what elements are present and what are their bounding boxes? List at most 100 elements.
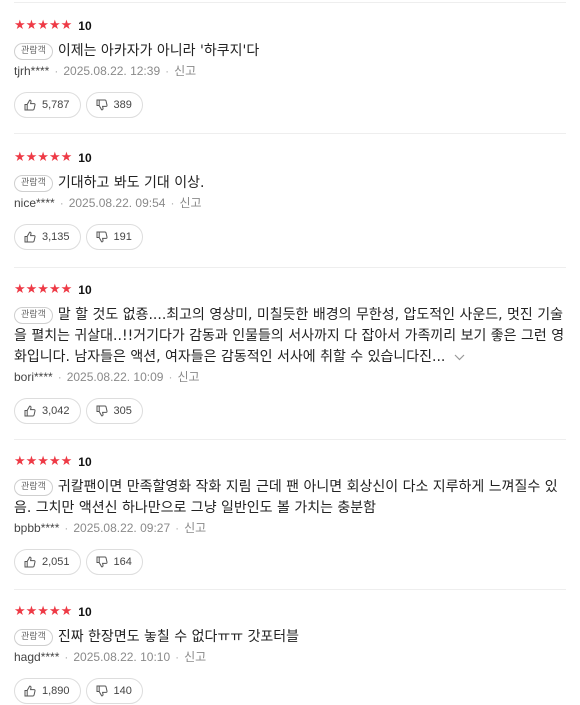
meta-separator: · xyxy=(57,370,62,384)
dislike-count: 305 xyxy=(113,405,132,417)
like-count: 2,051 xyxy=(42,556,70,568)
star-rating-icon: ★★★★★ xyxy=(14,604,73,619)
thumbs-up-icon xyxy=(24,231,36,243)
report-link[interactable]: 신고 xyxy=(184,650,206,664)
review-divider xyxy=(14,589,566,590)
meta-separator: · xyxy=(64,521,69,535)
like-button[interactable]: 3,042 xyxy=(14,398,81,424)
dislike-count: 140 xyxy=(113,685,132,697)
like-button[interactable]: 3,135 xyxy=(14,224,81,250)
review-body: 관람객 말 할 것도 없죵....최고의 영상미, 미칠듯한 배경의 무한성, 압… xyxy=(14,305,566,368)
viewer-badge: 관람객 xyxy=(14,479,53,496)
rating-score: 10 xyxy=(78,19,92,33)
review-meta: bpbb**** · 2025.08.22. 09:27 · 신고 xyxy=(14,520,566,536)
like-button[interactable]: 1,890 xyxy=(14,678,81,704)
dislike-button[interactable]: 191 xyxy=(85,224,143,250)
vote-actions: 5,787 389 xyxy=(14,92,566,118)
review-text: 말 할 것도 없죵....최고의 영상미, 미칠듯한 배경의 무한성, 압도적인… xyxy=(14,307,565,365)
review-item: ★★★★★ 10 관람객 귀칼팬이면 만족할영화 작화 지림 근데 팬 아니면 회… xyxy=(14,454,566,590)
like-count: 3,042 xyxy=(42,405,70,417)
top-divider xyxy=(14,2,566,3)
rating: ★★★★★ 10 xyxy=(14,282,566,298)
viewer-badge: 관람객 xyxy=(14,307,53,324)
thumbs-up-icon xyxy=(24,99,36,111)
dislike-button[interactable]: 164 xyxy=(85,549,143,575)
meta-separator: · xyxy=(59,196,64,210)
review-date: 2025.08.22. 09:54 xyxy=(68,196,166,210)
thumbs-up-icon xyxy=(24,685,36,697)
viewer-badge: 관람객 xyxy=(14,43,53,60)
review-item: ★★★★★ 10 관람객 진짜 한장면도 놓칠 수 없다ㅠㅠ 갓포터블 hagd*… xyxy=(14,604,566,704)
review-divider xyxy=(14,267,566,268)
review-body: 관람객 이제는 아카자가 아니라 '하쿠지'다 xyxy=(14,41,566,62)
dislike-count: 164 xyxy=(113,556,132,568)
star-rating-icon: ★★★★★ xyxy=(14,454,73,469)
dislike-count: 389 xyxy=(113,99,132,111)
meta-separator: · xyxy=(168,370,173,384)
meta-separator: · xyxy=(175,650,180,664)
like-count: 3,135 xyxy=(42,231,70,243)
rating-score: 10 xyxy=(78,605,92,619)
report-link[interactable]: 신고 xyxy=(179,196,201,210)
vote-actions: 3,042 305 xyxy=(14,398,566,424)
viewer-badge: 관람객 xyxy=(14,629,53,646)
thumbs-down-icon xyxy=(96,556,108,568)
dislike-button[interactable]: 140 xyxy=(85,678,143,704)
review-text: 기대하고 봐도 기대 이상. xyxy=(57,175,205,191)
dislike-count: 191 xyxy=(113,231,132,243)
vote-actions: 1,890 140 xyxy=(14,678,566,704)
dislike-button[interactable]: 389 xyxy=(85,92,143,118)
review-author: hagd**** xyxy=(14,650,60,664)
review-date: 2025.08.22. 10:09 xyxy=(66,370,164,384)
thumbs-down-icon xyxy=(96,231,108,243)
review-text: 진짜 한장면도 놓칠 수 없다ㅠㅠ 갓포터블 xyxy=(57,629,300,645)
review-meta: nice**** · 2025.08.22. 09:54 · 신고 xyxy=(14,195,566,211)
like-count: 5,787 xyxy=(42,99,70,111)
review-text: 이제는 아카자가 아니라 '하쿠지'다 xyxy=(57,43,260,59)
meta-separator: · xyxy=(165,64,170,78)
review-meta: tjrh**** · 2025.08.22. 12:39 · 신고 xyxy=(14,63,566,79)
thumbs-up-icon xyxy=(24,405,36,417)
review-body: 관람객 귀칼팬이면 만족할영화 작화 지림 근데 팬 아니면 회상신이 다소 지루… xyxy=(14,477,566,519)
chevron-down-icon[interactable] xyxy=(450,350,465,364)
viewer-badge: 관람객 xyxy=(14,175,53,192)
review-body: 관람객 진짜 한장면도 놓칠 수 없다ㅠㅠ 갓포터블 xyxy=(14,627,566,648)
review-author: bpbb**** xyxy=(14,521,60,535)
meta-separator: · xyxy=(170,196,175,210)
review-divider xyxy=(14,439,566,440)
thumbs-down-icon xyxy=(96,405,108,417)
review-date: 2025.08.22. 09:27 xyxy=(73,521,171,535)
review-body: 관람객 기대하고 봐도 기대 이상. xyxy=(14,173,566,194)
thumbs-down-icon xyxy=(96,685,108,697)
report-link[interactable]: 신고 xyxy=(177,370,199,384)
thumbs-up-icon xyxy=(24,556,36,568)
review-author: bori**** xyxy=(14,370,53,384)
dislike-button[interactable]: 305 xyxy=(85,398,143,424)
star-rating-icon: ★★★★★ xyxy=(14,18,73,33)
rating: ★★★★★ 10 xyxy=(14,150,566,166)
like-count: 1,890 xyxy=(42,685,70,697)
rating-score: 10 xyxy=(78,151,92,165)
meta-separator: · xyxy=(64,650,69,664)
like-button[interactable]: 2,051 xyxy=(14,549,81,575)
review-author: tjrh**** xyxy=(14,64,50,78)
review-date: 2025.08.22. 10:10 xyxy=(73,650,171,664)
report-link[interactable]: 신고 xyxy=(184,521,206,535)
meta-separator: · xyxy=(175,521,180,535)
vote-actions: 3,135 191 xyxy=(14,224,566,250)
rating-score: 10 xyxy=(78,283,92,297)
review-item: ★★★★★ 10 관람객 이제는 아카자가 아니라 '하쿠지'다 tjrh****… xyxy=(14,18,566,134)
rating: ★★★★★ 10 xyxy=(14,604,566,620)
review-date: 2025.08.22. 12:39 xyxy=(63,64,161,78)
star-rating-icon: ★★★★★ xyxy=(14,150,73,165)
star-rating-icon: ★★★★★ xyxy=(14,282,73,297)
rating: ★★★★★ 10 xyxy=(14,18,566,34)
report-link[interactable]: 신고 xyxy=(174,64,196,78)
review-text: 귀칼팬이면 만족할영화 작화 지림 근데 팬 아니면 회상신이 다소 지루하게 … xyxy=(14,479,558,516)
rating-score: 10 xyxy=(78,455,92,469)
review-meta: hagd**** · 2025.08.22. 10:10 · 신고 xyxy=(14,649,566,665)
like-button[interactable]: 5,787 xyxy=(14,92,81,118)
vote-actions: 2,051 164 xyxy=(14,549,566,575)
rating: ★★★★★ 10 xyxy=(14,454,566,470)
review-author: nice**** xyxy=(14,196,55,210)
